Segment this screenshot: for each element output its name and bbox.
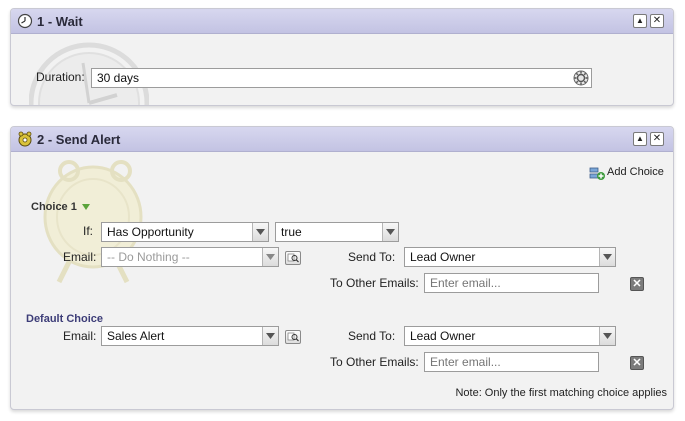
choice-1-heading[interactable]: Choice 1: [31, 199, 91, 213]
choice-1-label: Choice 1: [31, 201, 77, 213]
if-value-select[interactable]: true: [275, 222, 399, 242]
choice-1-other-emails-input[interactable]: [424, 273, 599, 293]
wait-step-panel: 1 - Wait ▲ ✕ Duration: 30 days: [10, 8, 674, 106]
choice-1-email-label: Email:: [63, 250, 97, 264]
if-value: true: [281, 225, 302, 239]
choice-1-email-value: -- Do Nothing --: [107, 250, 190, 264]
chevron-down-icon: [262, 327, 278, 345]
gear-icon[interactable]: [572, 69, 590, 87]
if-condition-value: Has Opportunity: [107, 225, 194, 239]
chevron-down-icon: [382, 223, 398, 241]
chevron-down-icon: [82, 204, 91, 210]
chevron-down-icon: [599, 248, 615, 266]
default-email-value: Sales Alert: [107, 329, 165, 343]
chevron-down-icon: [262, 248, 278, 266]
choice-1-send-to-label: Send To:: [348, 250, 396, 264]
choice-1-other-emails-label: To Other Emails:: [330, 276, 419, 290]
minimize-button[interactable]: ▲: [633, 14, 647, 28]
choice-1-send-to-select[interactable]: Lead Owner: [404, 247, 616, 267]
preview-search-icon: [287, 253, 299, 263]
default-send-to-select[interactable]: Lead Owner: [404, 326, 616, 346]
default-send-to-label: Send To:: [348, 329, 396, 343]
choice-1-email-preview-button[interactable]: [285, 251, 301, 265]
choice-1-remove-button[interactable]: ✕: [630, 277, 644, 291]
default-send-to-value: Lead Owner: [410, 329, 476, 343]
add-choice-icon: [589, 167, 605, 180]
if-label: If:: [83, 224, 94, 238]
choice-1-send-to-value: Lead Owner: [410, 250, 476, 264]
default-remove-button[interactable]: ✕: [630, 356, 644, 370]
default-email-preview-button[interactable]: [285, 330, 301, 344]
wait-panel-title: 1 - Wait: [37, 14, 83, 29]
duration-input[interactable]: 30 days: [91, 68, 592, 88]
matching-choice-note: Note: Only the first matching choice app…: [455, 387, 667, 399]
if-condition-select[interactable]: Has Opportunity: [101, 222, 269, 242]
duration-label: Duration:: [36, 70, 85, 84]
default-choice-heading: Default Choice: [26, 313, 104, 325]
close-button[interactable]: ✕: [650, 14, 664, 28]
wait-panel-header: 1 - Wait ▲ ✕: [11, 9, 673, 34]
clock-icon: [17, 13, 33, 29]
send-alert-panel-header: 2 - Send Alert ▲ ✕: [11, 127, 673, 152]
default-email-select[interactable]: Sales Alert: [101, 326, 279, 346]
alarm-bell-icon: [18, 131, 32, 147]
close-button[interactable]: ✕: [650, 132, 664, 146]
default-other-emails-input[interactable]: [424, 352, 599, 372]
preview-search-icon: [287, 332, 299, 342]
chevron-down-icon: [252, 223, 268, 241]
choice-1-email-select[interactable]: -- Do Nothing --: [101, 247, 279, 267]
default-email-label: Email:: [63, 329, 97, 343]
send-alert-panel-title: 2 - Send Alert: [37, 132, 121, 147]
duration-value: 30 days: [97, 71, 140, 85]
minimize-button[interactable]: ▲: [633, 132, 647, 146]
send-alert-step-panel: 2 - Send Alert ▲ ✕ Add Choice Choice 1 I…: [10, 126, 674, 410]
chevron-down-icon: [599, 327, 615, 345]
default-other-emails-label: To Other Emails:: [330, 355, 419, 369]
add-choice-label: Add Choice: [607, 166, 664, 178]
